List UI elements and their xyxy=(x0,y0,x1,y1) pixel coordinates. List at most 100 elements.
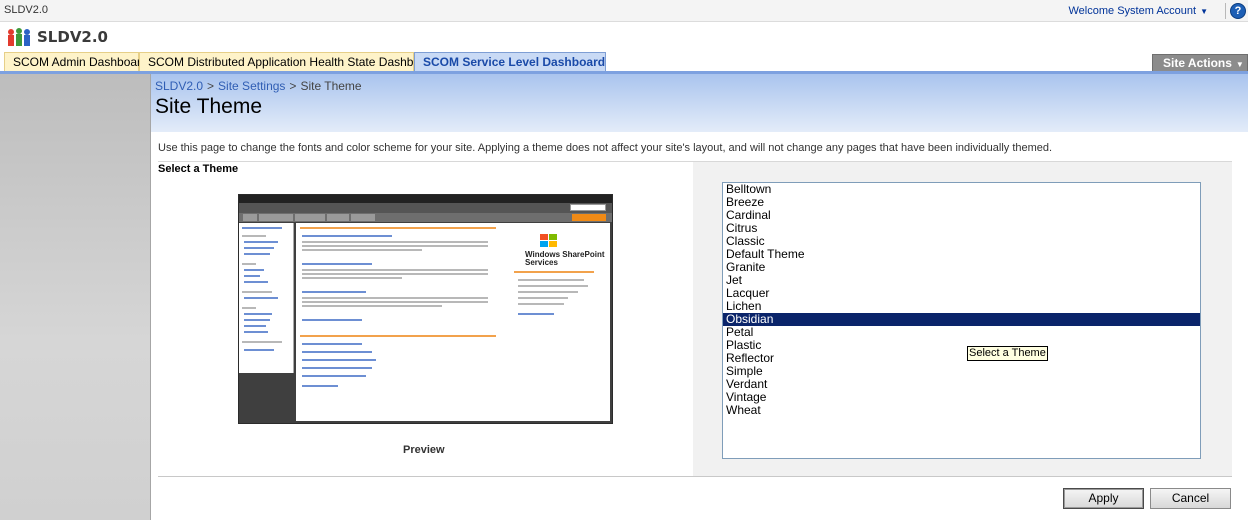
preview-text-line xyxy=(300,335,496,337)
preview-text-line xyxy=(302,319,362,321)
breadcrumb-site[interactable]: SLDV2.0 xyxy=(155,79,203,93)
apply-button[interactable]: Apply xyxy=(1063,488,1144,509)
preview-text-line xyxy=(518,313,554,315)
theme-option-granite[interactable]: Granite xyxy=(723,261,1200,274)
preview-text-line xyxy=(242,291,272,293)
breadcrumb-site-settings[interactable]: Site Settings xyxy=(218,79,285,93)
preview-text-line xyxy=(518,291,578,293)
breadcrumb-separator: > xyxy=(289,79,297,93)
theme-preview-image: Windows SharePoint Services xyxy=(238,194,613,424)
help-icon[interactable]: ? xyxy=(1230,3,1246,19)
preview-text-line xyxy=(518,303,564,305)
preview-text-line xyxy=(244,269,264,271)
preview-text-line xyxy=(302,291,366,293)
theme-option-lichen[interactable]: Lichen xyxy=(723,300,1200,313)
chevron-down-icon: ▼ xyxy=(1235,60,1244,69)
preview-tab xyxy=(243,214,257,221)
theme-option-vintage[interactable]: Vintage xyxy=(723,391,1200,404)
preview-text-line xyxy=(302,249,422,251)
preview-search-box xyxy=(570,204,606,211)
theme-option-obsidian[interactable]: Obsidian xyxy=(723,313,1200,326)
divider xyxy=(158,476,1232,477)
breadcrumb: SLDV2.0 > Site Settings > Site Theme xyxy=(155,79,362,93)
page-title: Site Theme xyxy=(155,95,262,118)
preview-label: Preview xyxy=(403,444,445,456)
preview-text-line xyxy=(302,297,488,299)
theme-option-petal[interactable]: Petal xyxy=(723,326,1200,339)
left-navigation xyxy=(0,74,151,520)
theme-option-default-theme[interactable]: Default Theme xyxy=(723,248,1200,261)
preview-text-line xyxy=(244,247,274,249)
theme-option-wheat[interactable]: Wheat xyxy=(723,404,1200,417)
preview-text-line xyxy=(518,279,584,281)
tab-scom-service-level-dashboard[interactable]: SCOM Service Level Dashboard xyxy=(414,52,606,72)
breadcrumb-separator: > xyxy=(207,79,215,93)
theme-option-reflector[interactable]: Reflector xyxy=(723,352,1200,365)
theme-option-citrus[interactable]: Citrus xyxy=(723,222,1200,235)
preview-title-row xyxy=(239,203,612,213)
preview-brand-text: Windows SharePoint Services xyxy=(525,250,605,267)
preview-text-line xyxy=(302,263,372,265)
theme-option-breeze[interactable]: Breeze xyxy=(723,196,1200,209)
preview-text-line xyxy=(302,241,488,243)
preview-text-line xyxy=(244,325,266,327)
preview-text-line xyxy=(242,263,256,265)
section-title: Select a Theme xyxy=(158,163,239,175)
preview-text-line xyxy=(242,227,282,229)
theme-option-belltown[interactable]: Belltown xyxy=(723,183,1200,196)
welcome-menu[interactable]: Welcome System Account ▼ xyxy=(1069,5,1209,17)
theme-option-plastic[interactable]: Plastic xyxy=(723,339,1200,352)
chevron-down-icon: ▼ xyxy=(1200,7,1208,16)
theme-option-simple[interactable]: Simple xyxy=(723,365,1200,378)
preview-text-line xyxy=(302,343,362,345)
preview-tab xyxy=(327,214,349,221)
theme-option-verdant[interactable]: Verdant xyxy=(723,378,1200,391)
preview-text-line xyxy=(242,235,266,237)
global-site-link[interactable]: SLDV2.0 xyxy=(4,4,48,16)
site-actions-menu[interactable]: Site Actions ▼ xyxy=(1152,54,1248,72)
cancel-button[interactable]: Cancel xyxy=(1150,488,1231,509)
site-title-row: SLDV2.0 xyxy=(0,22,1248,52)
site-title[interactable]: SLDV2.0 xyxy=(37,28,108,46)
preview-text-line xyxy=(244,281,268,283)
preview-text-line xyxy=(302,277,402,279)
preview-text-line xyxy=(302,273,488,275)
preview-text-line xyxy=(242,307,256,309)
preview-text-line xyxy=(244,349,274,351)
preview-text-line xyxy=(244,331,268,333)
preview-text-line xyxy=(518,297,568,299)
preview-text-line xyxy=(242,341,282,343)
theme-listbox[interactable]: Belltown Breeze Cardinal Citrus Classic Defau… xyxy=(722,182,1201,459)
preview-text-line xyxy=(518,285,588,287)
page-description: Use this page to change the fonts and co… xyxy=(158,142,1053,154)
theme-option-lacquer[interactable]: Lacquer xyxy=(723,287,1200,300)
preview-text-line xyxy=(244,297,278,299)
preview-text-line xyxy=(302,269,488,271)
theme-option-jet[interactable]: Jet xyxy=(723,274,1200,287)
preview-text-line xyxy=(302,385,338,387)
preview-quick-launch xyxy=(239,223,294,373)
top-nav: SCOM Admin Dashboard SCOM Distributed Ap… xyxy=(0,52,1248,72)
preview-tabs xyxy=(239,213,612,222)
preview-text-line xyxy=(244,275,260,277)
preview-text-line xyxy=(302,245,488,247)
preview-text-line xyxy=(244,313,272,315)
preview-text-line xyxy=(302,351,372,353)
preview-global-bar xyxy=(239,195,612,203)
breadcrumb-current: Site Theme xyxy=(300,79,362,93)
tab-scom-admin-dashboard[interactable]: SCOM Admin Dashboard xyxy=(4,52,148,72)
preview-text-line xyxy=(514,271,594,273)
preview-text-line xyxy=(302,375,366,377)
windows-logo-icon xyxy=(540,234,557,247)
page-header: SLDV2.0 > Site Settings > Site Theme Site Th… xyxy=(151,74,1248,132)
tooltip: Select a Theme xyxy=(967,346,1048,361)
preview-site-actions xyxy=(572,214,606,221)
preview-text-line xyxy=(244,319,270,321)
theme-option-cardinal[interactable]: Cardinal xyxy=(723,209,1200,222)
welcome-label: Welcome System Account xyxy=(1068,5,1197,17)
preview-text-line xyxy=(244,253,270,255)
preview-text-line xyxy=(302,359,376,361)
people-logo-icon xyxy=(8,28,30,46)
site-actions-label: Site Actions xyxy=(1163,56,1232,70)
tab-scom-distributed-app-dashboard[interactable]: SCOM Distributed Application Health Stat… xyxy=(139,52,437,72)
